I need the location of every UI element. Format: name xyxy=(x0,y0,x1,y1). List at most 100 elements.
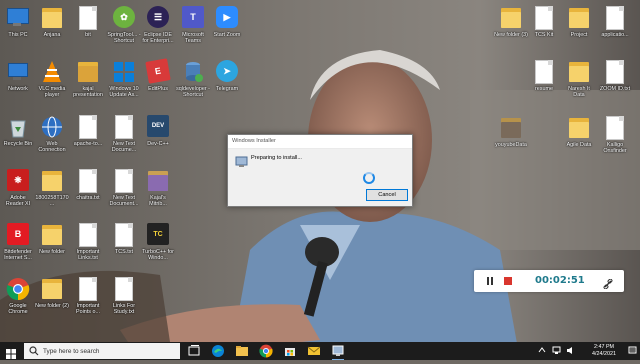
link-icon[interactable] xyxy=(603,276,613,290)
show-hidden-icons-icon[interactable] xyxy=(538,346,546,364)
desktop-icon-label: This PC xyxy=(8,32,28,38)
desktop-icon-new-folder-3[interactable]: New folder (3) xyxy=(494,6,528,38)
loading-spinner-icon xyxy=(363,172,375,184)
desktop-icon-sqldeveloper[interactable]: sqldeveloper - Shortcut xyxy=(176,60,210,98)
taskbar-search-box[interactable]: Type here to search xyxy=(24,343,180,359)
desktop-icon-kajal-mitrib[interactable]: Kajal's Mitrib... xyxy=(141,169,175,207)
desktop-icon-naresh-it-data[interactable]: Naresh It Data xyxy=(562,60,596,98)
folder-icon xyxy=(498,6,524,30)
desktop-icon-editplus[interactable]: E EditPlus xyxy=(141,58,175,92)
desktop-icon-label: VLC media player xyxy=(38,86,66,98)
desktop-icon-label: EditPlus xyxy=(148,86,168,92)
desktop-icon-new-text-document-2[interactable]: New Text Document... xyxy=(107,169,141,207)
file-explorer-icon[interactable] xyxy=(235,344,249,358)
desktop-icon-google-chrome[interactable]: Google Chrome xyxy=(1,277,35,315)
folder-icon xyxy=(39,223,65,247)
desktop-icon-kajal-presentation[interactable]: kajal presentation xyxy=(71,60,105,98)
network-status-icon[interactable] xyxy=(552,346,561,364)
desktop-icon-anjana[interactable]: Anjana xyxy=(35,6,69,38)
desktop-icon-label: TCS Kit xyxy=(534,32,554,38)
desktop-icon-new-folder[interactable]: New folder xyxy=(35,223,69,255)
desktop-icon-agile-data[interactable]: Agile Data xyxy=(562,116,596,148)
clock-date: 4/24/2021 xyxy=(592,351,616,357)
desktop-icon-zoom[interactable]: ▶ Start Zoom xyxy=(210,6,244,38)
editplus-icon: E xyxy=(145,58,171,84)
desktop-icon-label: Links For Study.txt xyxy=(112,303,136,315)
cancel-button[interactable]: Cancel xyxy=(366,189,408,201)
search-icon xyxy=(29,346,39,356)
desktop-icon-windows-update[interactable]: Windows 10 Update As... xyxy=(107,60,141,98)
system-clock[interactable]: 2:47 PM 4/24/2021 xyxy=(584,344,624,358)
desktop-icon-label: New folder (3) xyxy=(494,32,528,38)
desktop-icon-label: Agile Data xyxy=(566,142,592,148)
desktop-icon-turbo-cpp[interactable]: TC TurboC++ for Windo... xyxy=(141,223,175,261)
teams-icon: T xyxy=(180,6,206,30)
presentation-icon xyxy=(75,60,101,84)
windows-start-icon[interactable] xyxy=(6,346,16,359)
folder-icon xyxy=(498,116,524,140)
clock-time: 2:47 PM xyxy=(593,344,615,350)
desktop-icon-dev-cpp[interactable]: DEV Dev-C++ xyxy=(141,115,175,147)
dialog-body: Preparing to install... Cancel xyxy=(228,149,412,206)
desktop-icon-1800258t170[interactable]: 1800258T170... xyxy=(35,169,69,207)
notifications-icon[interactable] xyxy=(628,346,637,364)
desktop-icon-label: Network xyxy=(8,86,28,92)
desktop-icon-links-for-study[interactable]: Links For Study.txt xyxy=(107,277,141,315)
desktop-icon-teams[interactable]: T Microsoft Teams xyxy=(176,6,210,44)
dev-cpp-icon: DEV xyxy=(145,115,171,139)
desktop-icon-label: Start Zoom xyxy=(213,32,241,38)
desktop-icon-eclipse[interactable]: ☰ Eclipse IDE for Enterpri... xyxy=(141,6,175,44)
desktop-icon-label: ZOOM ID.txt xyxy=(599,86,631,92)
installer-taskbar-icon[interactable] xyxy=(331,344,345,360)
mail-icon[interactable] xyxy=(307,344,321,358)
task-view-icon[interactable] xyxy=(187,344,201,358)
pause-icon[interactable] xyxy=(487,277,493,285)
desktop-icon-network[interactable]: Network xyxy=(1,60,35,92)
desktop-icon-recycle-bin[interactable]: Recycle Bin xyxy=(1,115,35,147)
desktop-icon-label: Web Connection xyxy=(38,141,66,153)
desktop-icon-vlc[interactable]: VLC media player xyxy=(35,60,69,98)
desktop-icon-tcs-txt[interactable]: TCS.txt xyxy=(107,223,141,255)
desktop-icon-label: Windows 10 Update As... xyxy=(109,86,139,98)
desktop-icon-label: applicatio... xyxy=(601,32,629,38)
file-icon xyxy=(531,60,557,84)
desktop-icon-this-pc[interactable]: This PC xyxy=(1,6,35,38)
desktop-icon-important-links[interactable]: Important Links.txt xyxy=(71,223,105,261)
desktop-icon-apache[interactable]: apache-to... xyxy=(71,115,105,147)
folder-icon xyxy=(39,169,65,193)
stop-icon[interactable] xyxy=(504,277,512,285)
desktop-icon-application[interactable]: applicatio... xyxy=(598,6,632,38)
desktop-icon-new-text-document[interactable]: New Text Docume... xyxy=(107,115,141,153)
desktop-icon-resume[interactable]: resume xyxy=(527,60,561,92)
folder-icon xyxy=(39,277,65,301)
desktop-icon-bitdefender[interactable]: B Bitdefender Internet S... xyxy=(1,223,35,261)
desktop-icon-adobe-reader[interactable]: ❋ Adobe Reader XI xyxy=(1,169,35,207)
desktop-icon-kalligo[interactable]: Kalligo Onsfinder xyxy=(598,116,632,154)
edge-icon[interactable] xyxy=(211,344,225,358)
desktop-icon-zoom-id[interactable]: ZOOM ID.txt xyxy=(598,60,632,92)
desktop-icon-label: Google Chrome xyxy=(8,303,28,315)
this-pc-icon xyxy=(5,6,31,30)
chrome-icon xyxy=(5,277,31,301)
chrome-taskbar-icon[interactable] xyxy=(259,344,273,358)
desktop-icon-youyubedata[interactable]: youyubeData xyxy=(494,116,528,148)
store-icon[interactable] xyxy=(283,344,297,358)
desktop-icon-important-points[interactable]: Important Points o... xyxy=(71,277,105,315)
folder-icon xyxy=(566,60,592,84)
desktop-icon-telegram[interactable]: ➤ Telegram xyxy=(210,60,244,92)
desktop-icon-label: 1800258T170... xyxy=(35,195,69,207)
zoom-icon: ▶ xyxy=(214,6,240,30)
desktop-icon-bit[interactable]: bit xyxy=(71,6,105,38)
dialog-message: Preparing to install... xyxy=(251,155,302,161)
volume-icon[interactable] xyxy=(566,346,575,364)
desktop-icon-project[interactable]: Project xyxy=(562,6,596,38)
desktop-icon-chaitra[interactable]: chaitra.txt xyxy=(71,169,105,201)
desktop-icon-tcs-kit[interactable]: TCS Kit xyxy=(527,6,561,38)
desktop-icon-label: New Text Document... xyxy=(109,195,139,207)
text-document-icon xyxy=(111,169,137,193)
desktop-icon-label: Bitdefender Internet S... xyxy=(4,249,32,261)
desktop-icon-web-connection[interactable]: Web Connection xyxy=(35,115,69,153)
desktop-icon-springtool[interactable]: ✿ SpringTool... - Shortcut xyxy=(107,6,141,44)
desktop-icon-label: Naresh It Data xyxy=(568,86,590,98)
desktop-icon-new-folder-2[interactable]: New folder (2) xyxy=(35,277,69,309)
